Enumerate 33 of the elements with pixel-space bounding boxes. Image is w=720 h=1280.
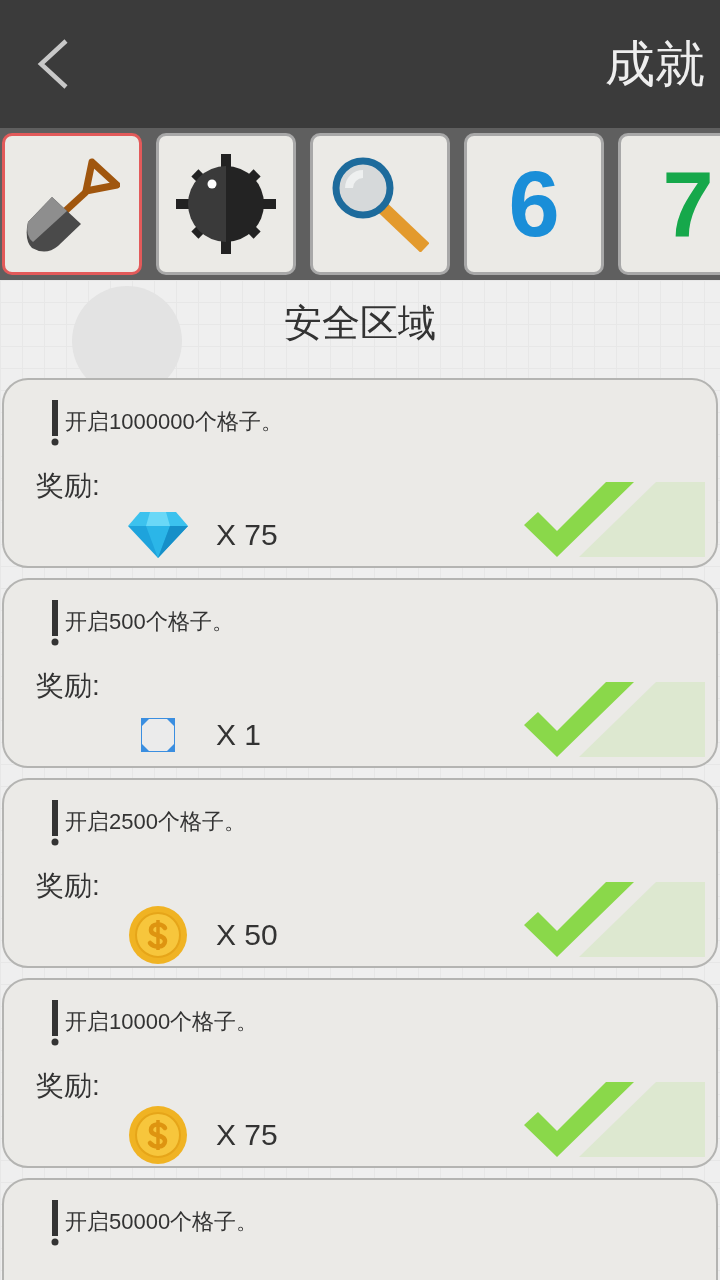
task-text: 开启1000000个格子。: [65, 408, 283, 436]
reward-label: 奖励:: [36, 869, 100, 903]
reward-count: X 75: [216, 517, 278, 553]
task-text: 开启50000个格子。: [65, 1208, 259, 1236]
tile-icon: [141, 718, 175, 752]
back-icon: [36, 38, 70, 90]
category-tab[interactable]: 7: [618, 133, 720, 275]
diamond-icon: [128, 512, 188, 558]
category-tab[interactable]: [2, 133, 142, 275]
exclamation-icon: [50, 400, 60, 446]
category-tab[interactable]: [156, 133, 296, 275]
mine-icon: [176, 154, 276, 254]
reward-count: X 50: [216, 917, 278, 953]
category-tab[interactable]: 6: [464, 133, 604, 275]
coin-icon: [129, 906, 187, 964]
page-title: 成就: [605, 35, 705, 94]
magnifier-icon: [331, 156, 429, 252]
reward-count: X 75: [216, 1117, 278, 1153]
section-title: 安全区域: [284, 301, 436, 346]
shovel-icon: [24, 156, 120, 252]
reward-label: 奖励:: [36, 469, 100, 503]
back-button[interactable]: [36, 38, 70, 90]
exclamation-icon: [50, 1200, 60, 1246]
reward-count: X 1: [216, 717, 262, 753]
task-text: 开启2500个格子。: [65, 808, 246, 836]
reward-label: 奖励:: [36, 1069, 100, 1103]
coin-icon: [129, 1106, 187, 1164]
exclamation-icon: [50, 1000, 60, 1046]
task-text: 开启500个格子。: [65, 608, 234, 636]
reward-label: 奖励:: [36, 669, 100, 703]
task-text: 开启10000个格子。: [65, 1008, 259, 1036]
exclamation-icon: [50, 600, 60, 646]
exclamation-icon: [50, 800, 60, 846]
